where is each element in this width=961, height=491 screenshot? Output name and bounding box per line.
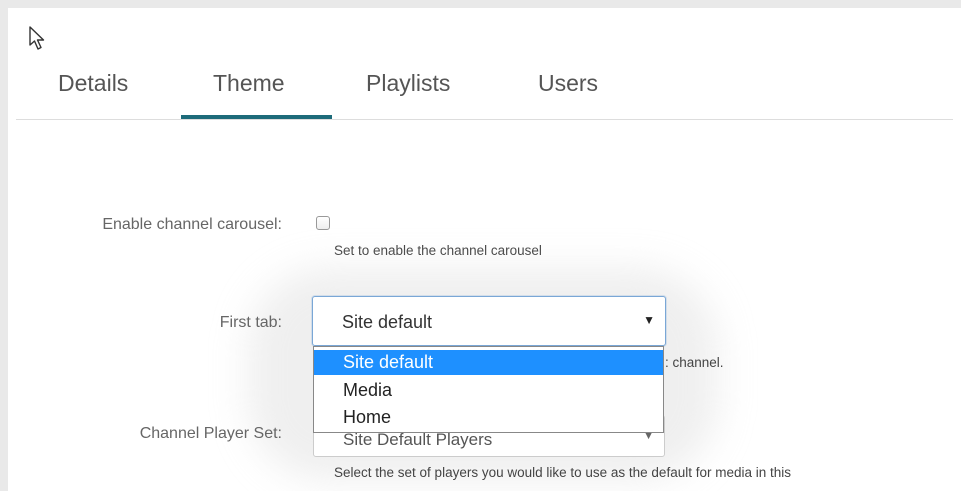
tab-theme[interactable]: Theme <box>213 70 285 97</box>
dropdown-option-site-default[interactable]: Site default <box>314 350 663 375</box>
tab-bar: Details Theme Playlists Users <box>16 60 953 120</box>
first-tab-select[interactable]: Site default ▼ <box>312 296 666 346</box>
first-tab-dropdown-list: Site default Media Home <box>313 346 664 433</box>
carousel-checkbox[interactable] <box>316 216 330 230</box>
player-set-value: Site Default Players <box>343 430 493 449</box>
dropdown-option-media[interactable]: Media <box>314 378 663 403</box>
player-set-label: Channel Player Set: <box>139 425 282 442</box>
mouse-pointer-icon <box>29 26 45 50</box>
first-tab-value: Site default <box>342 312 433 332</box>
carousel-label: Enable channel carousel: <box>102 216 282 233</box>
dropdown-option-home[interactable]: Home <box>314 405 663 430</box>
page: Details Theme Playlists Users Enable cha… <box>0 0 961 491</box>
tab-details[interactable]: Details <box>58 70 128 97</box>
triangle-down-icon: ▼ <box>643 313 655 327</box>
active-tab-underline <box>181 115 332 119</box>
carousel-help-text: Set to enable the channel carousel <box>334 243 542 258</box>
tab-users[interactable]: Users <box>538 70 598 97</box>
tab-playlists[interactable]: Playlists <box>366 70 450 97</box>
player-set-help-text: Select the set of players you would like… <box>334 465 792 480</box>
first-tab-help-fragment: : channel. <box>665 355 724 370</box>
first-tab-label: First tab: <box>219 314 282 331</box>
